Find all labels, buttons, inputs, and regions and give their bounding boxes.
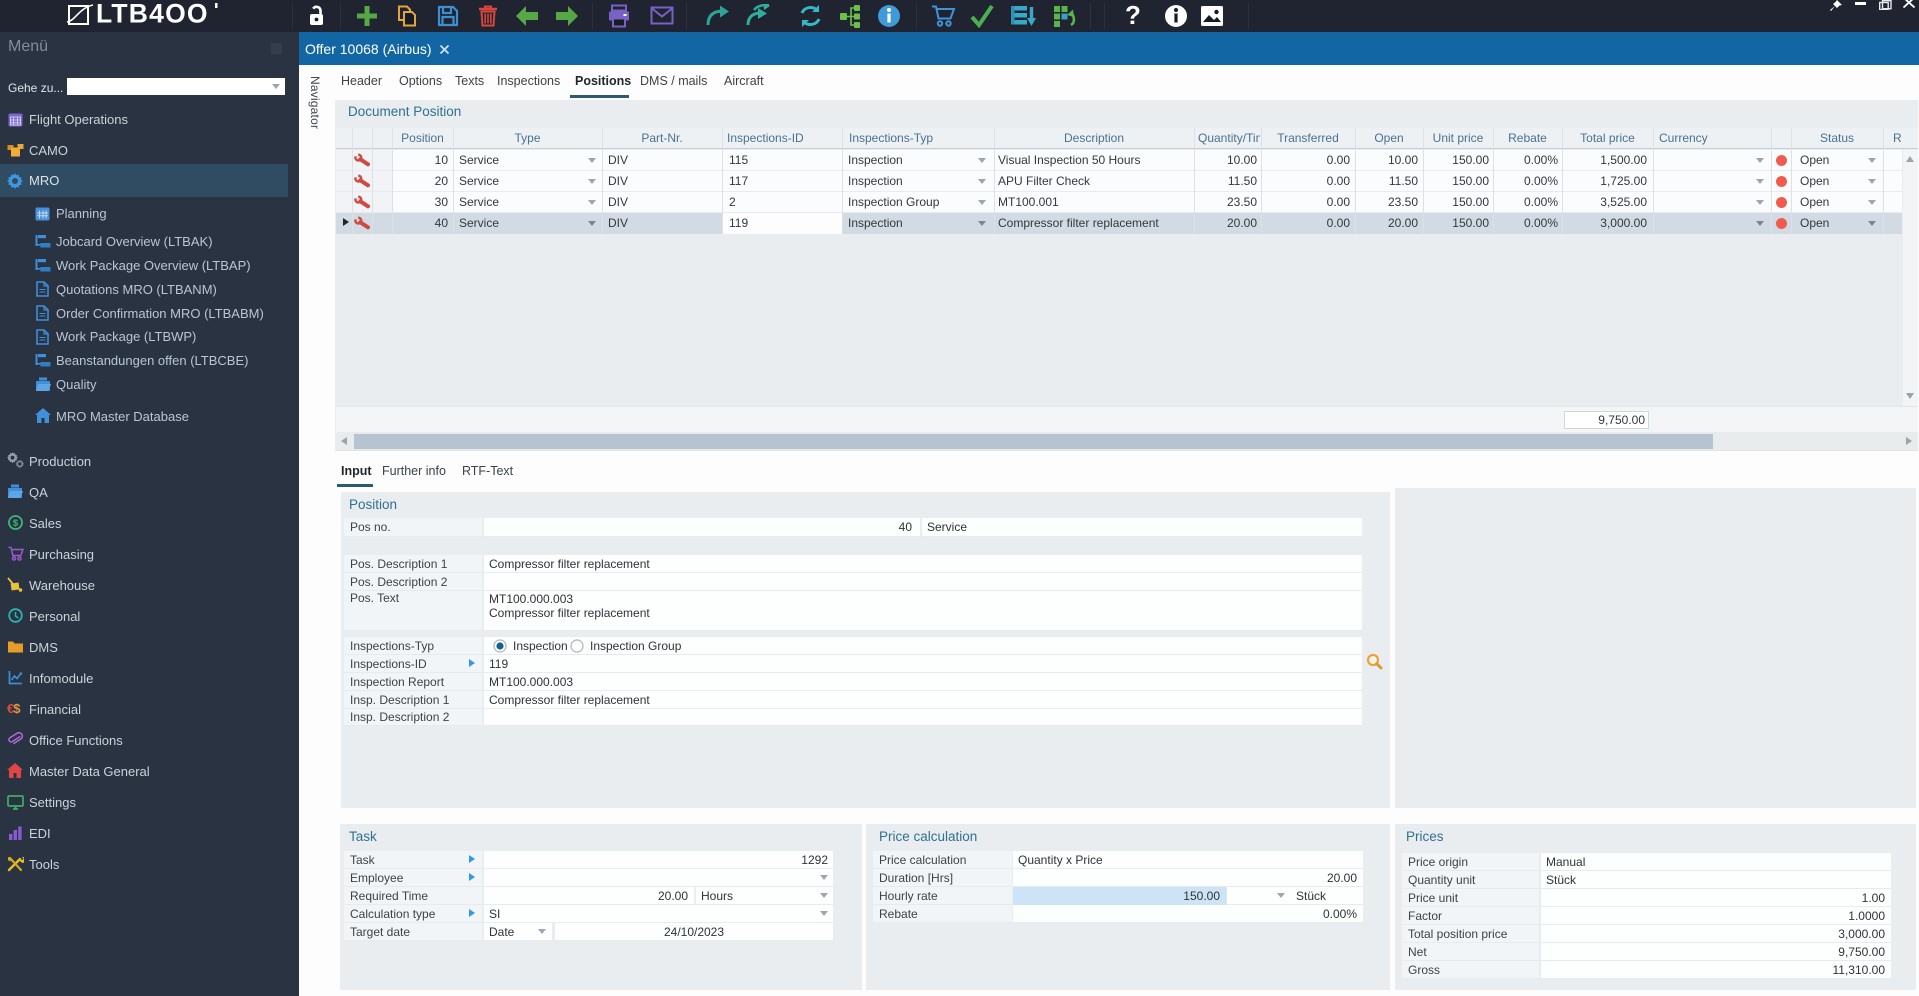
svg-text:?: ? bbox=[1125, 2, 1141, 30]
svg-text:$: $ bbox=[13, 518, 19, 529]
svg-text:LTB4OO: LTB4OO bbox=[96, 0, 209, 29]
